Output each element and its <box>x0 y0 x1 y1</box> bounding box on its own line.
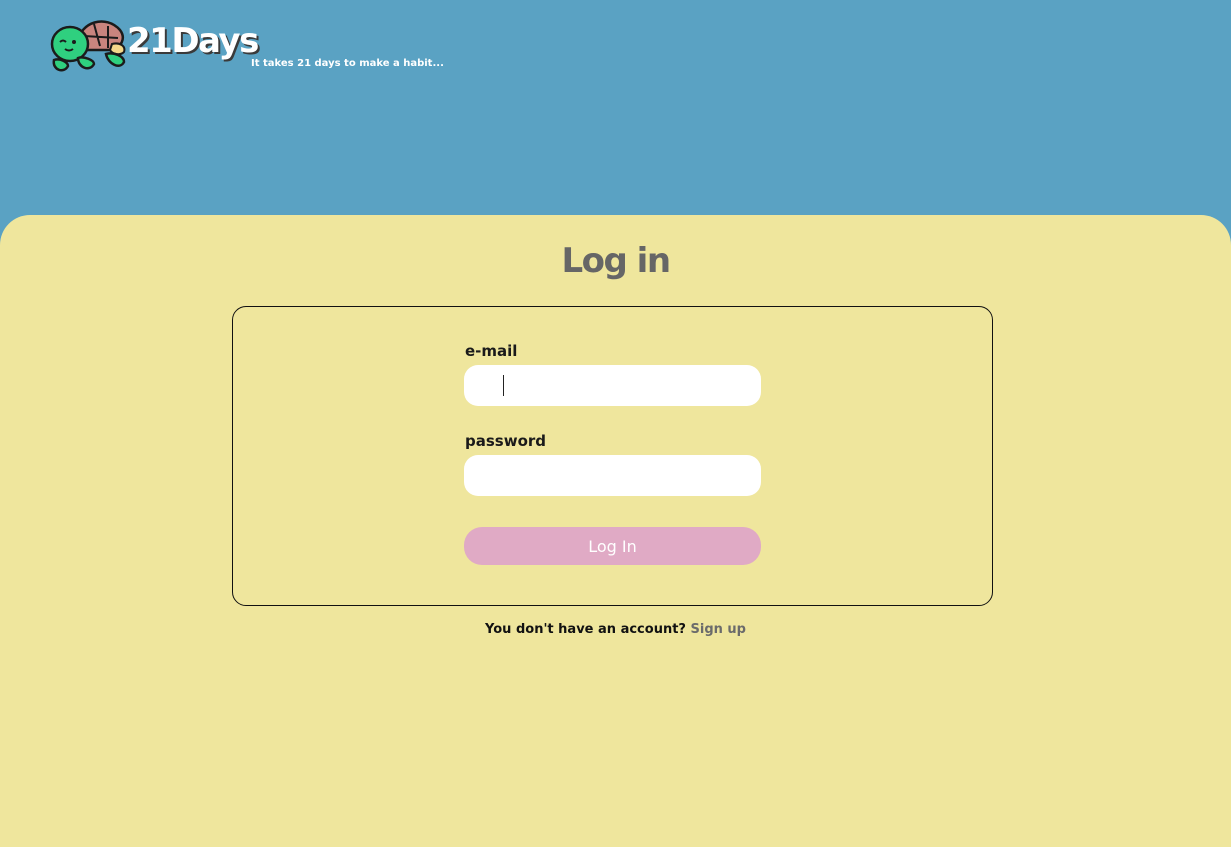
page-title: Log in <box>561 241 671 281</box>
login-form: e-mail password Log In <box>232 306 993 606</box>
text-cursor <box>503 375 504 396</box>
tagline: It takes 21 days to make a habit... <box>251 58 444 69</box>
password-label: password <box>465 432 547 450</box>
signup-prompt: You don't have an account? <box>485 622 686 637</box>
signup-prompt-row: You don't have an account? Sign up <box>0 622 1231 637</box>
email-field[interactable] <box>464 365 761 406</box>
app-header: 21Days It takes 21 days to make a habit.… <box>0 0 1231 215</box>
brand-name: 21Days <box>127 21 259 61</box>
signup-link[interactable]: Sign up <box>691 622 746 637</box>
main-panel: Log in e-mail password Log In You don't … <box>0 215 1231 847</box>
email-label: e-mail <box>465 342 518 360</box>
login-button[interactable]: Log In <box>464 527 761 565</box>
turtle-logo-icon <box>50 20 126 72</box>
password-field[interactable] <box>464 455 761 496</box>
